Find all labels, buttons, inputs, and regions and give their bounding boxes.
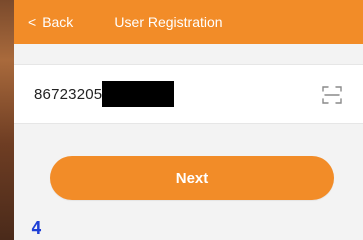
next-button-label: Next: [175, 169, 209, 187]
phone-number-value: 86723205: [34, 85, 103, 103]
redaction-bar: [102, 81, 175, 107]
phone-number-field[interactable]: 86723205: [34, 65, 175, 123]
page-title: User Registration: [114, 14, 223, 30]
next-button[interactable]: Next: [50, 156, 334, 200]
background-photo-edge: [0, 0, 14, 240]
top-navigation-bar: < Back User Registration: [14, 0, 363, 44]
step-number-overlay: 4: [31, 218, 42, 239]
app-screen: < Back User Registration 86723205 Next: [14, 0, 363, 240]
phone-input-card: 86723205: [14, 64, 363, 124]
screen: < Back User Registration 86723205 Next 4: [0, 0, 363, 240]
scan-icon[interactable]: [321, 84, 343, 106]
